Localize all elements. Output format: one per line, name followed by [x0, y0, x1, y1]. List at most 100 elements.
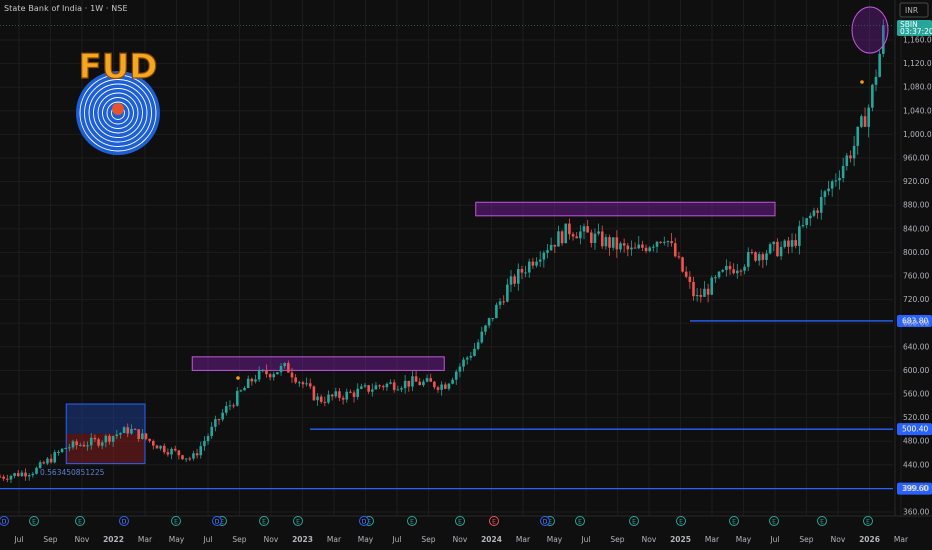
candle-body [531, 261, 535, 266]
candle-body [527, 261, 531, 273]
box-upper [66, 404, 145, 434]
currency-badge[interactable]: INR [899, 2, 929, 18]
candle-body [111, 436, 115, 442]
candle-body [374, 385, 378, 390]
event-label: D [362, 519, 367, 526]
candlestick-chart[interactable]: 683.80500.40399.60 360.00400.00440.00480… [0, 0, 932, 550]
candle-body [68, 447, 71, 449]
candle-body [655, 241, 659, 247]
candle-body [560, 231, 564, 244]
candle-body [192, 453, 195, 459]
candle-body [385, 383, 389, 388]
y-tick-label: 480.00 [903, 437, 929, 446]
candle-body [743, 266, 746, 271]
candle-body [319, 396, 323, 402]
candle-body [411, 376, 414, 387]
event-label: D [2, 519, 7, 526]
candle-body [871, 84, 874, 108]
candle-body [195, 453, 199, 456]
candle-body [53, 452, 57, 463]
candle-body [130, 428, 133, 434]
candle-body [451, 379, 454, 384]
candle-body [82, 444, 86, 447]
candle-body [867, 107, 870, 127]
logo-text: FUD [78, 47, 157, 87]
candle-body [0, 476, 2, 478]
candle-body [579, 231, 582, 239]
candle-body [816, 210, 819, 213]
event-label: E [679, 519, 683, 526]
candle-body [316, 396, 319, 401]
signal-dot [236, 376, 240, 380]
candle-body [604, 237, 608, 247]
candle-body [506, 284, 509, 302]
event-label: E [458, 519, 462, 526]
candle-body [677, 256, 681, 258]
x-tick-label: Sep [421, 535, 435, 544]
candle-body [389, 382, 392, 384]
y-tick-label: 520.00 [903, 413, 929, 422]
candle-body [600, 231, 604, 247]
candle-body [27, 475, 31, 477]
candle-body [626, 245, 630, 250]
x-tick-label: Sep [43, 535, 57, 544]
candle-body [86, 445, 89, 447]
candle-body [119, 433, 122, 435]
consolidation-box [65, 403, 146, 465]
candle-body [772, 241, 776, 245]
countdown: 03:37:20 [900, 27, 932, 36]
candle-body [597, 231, 600, 234]
candle-body [239, 390, 243, 392]
candle-body [166, 452, 170, 455]
candle-body [838, 177, 841, 181]
candle-body [648, 247, 651, 252]
candle-body [9, 475, 13, 480]
candle-body [590, 232, 593, 244]
candle-body [564, 223, 568, 244]
candle-body [75, 441, 78, 446]
candle-body [60, 448, 64, 453]
candle-body [465, 357, 469, 360]
candle-body [454, 371, 458, 380]
candle-body [725, 265, 728, 271]
candle-body [663, 241, 666, 243]
candle-body [874, 76, 878, 85]
x-tick-label: 2022 [103, 535, 124, 544]
candle-body [199, 446, 203, 456]
candle-body [283, 363, 286, 367]
y-tick-label: 1,160.00 [903, 36, 932, 45]
candle-body [272, 374, 276, 378]
x-tick-label: Mar [894, 535, 909, 544]
event-label: D [543, 519, 548, 526]
candle-body [491, 318, 495, 320]
candle-body [6, 478, 9, 480]
last-price-badge: SBIN 03:37:20 [897, 20, 932, 36]
event-label: E [492, 519, 496, 526]
candle-body [35, 467, 38, 474]
candle-body [538, 259, 542, 262]
candle-body [513, 276, 516, 284]
candle-body [352, 392, 356, 397]
candle-body [611, 237, 615, 248]
candle-body [31, 473, 35, 476]
candle-body [863, 116, 867, 127]
candle-body [681, 257, 684, 272]
candle-body [757, 254, 761, 261]
x-tick-label: Sep [610, 535, 624, 544]
candle-body [476, 342, 480, 349]
candle-body [637, 244, 641, 249]
candle-body [210, 426, 213, 437]
candle-body [852, 145, 856, 159]
candle-body [13, 473, 16, 476]
candle-body [42, 462, 46, 464]
signal-dot [860, 80, 864, 84]
candle-body [349, 391, 352, 393]
candle-body [49, 458, 53, 463]
candle-body [517, 269, 520, 284]
candle-body [162, 445, 166, 453]
candle-body [502, 301, 505, 303]
candle-body [265, 370, 268, 375]
supply-zone [475, 201, 776, 217]
candle-body [367, 385, 370, 392]
candle-body [173, 448, 177, 451]
